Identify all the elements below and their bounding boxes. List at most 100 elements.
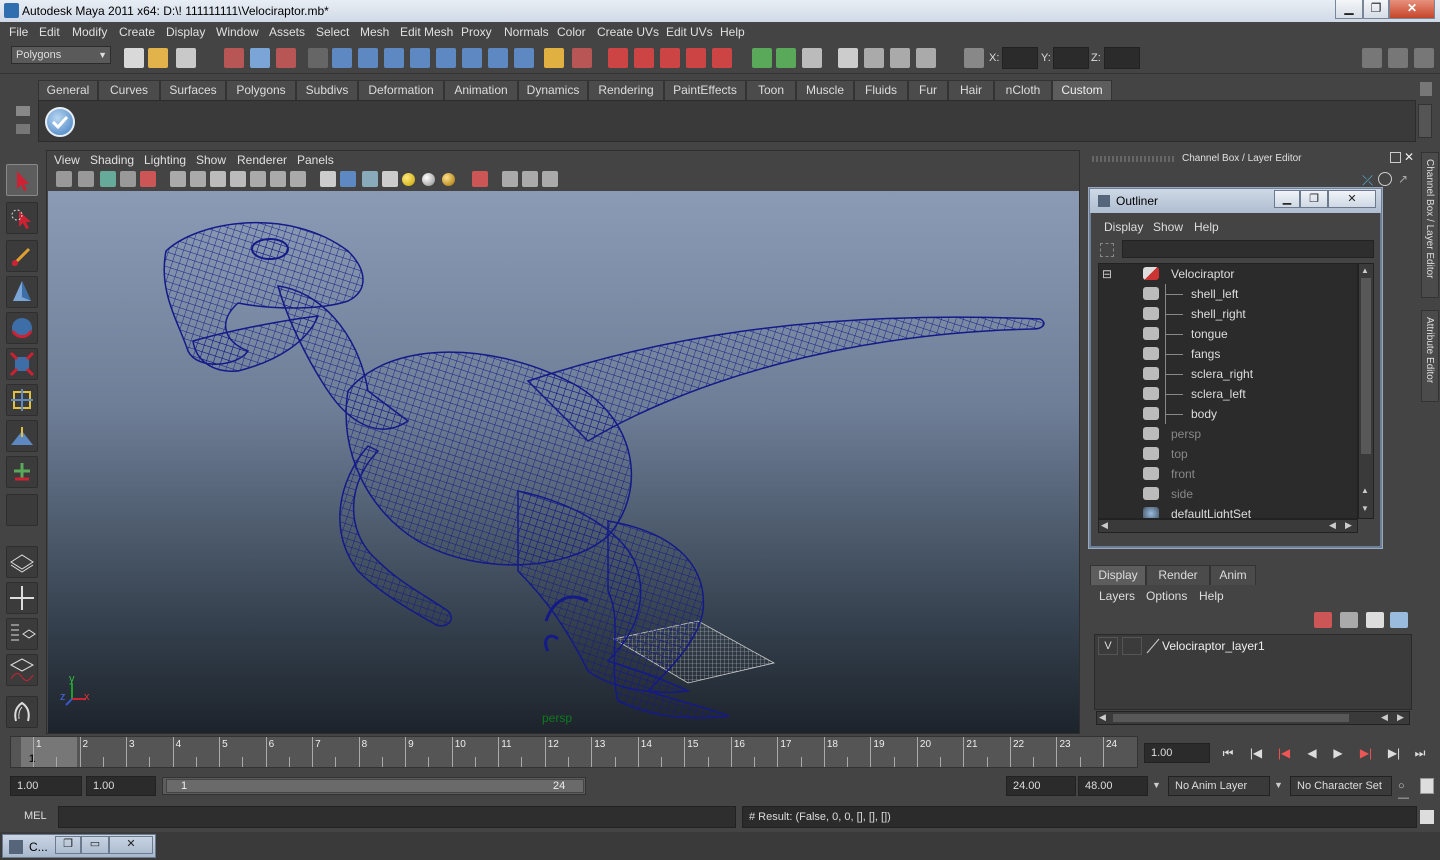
select-object-icon[interactable] [250, 48, 270, 68]
step-forward-frame-button[interactable]: ▶| [1356, 746, 1376, 764]
layer-tab-display[interactable]: Display [1090, 565, 1146, 585]
key-icon[interactable]: ○— [1398, 780, 1414, 804]
wireframe-shading-icon[interactable] [320, 171, 336, 187]
scroll-right-icon[interactable]: ◀ [1329, 520, 1336, 531]
xray-icon[interactable] [502, 171, 518, 187]
channel-box-toggle-icon-2[interactable]: ⤫ [1362, 172, 1378, 188]
graph-layout-icon[interactable] [6, 654, 38, 686]
pick-rendering-icon[interactable] [488, 48, 508, 68]
shelf-scrollbar[interactable] [1418, 104, 1432, 138]
shelf-tab-painteffects[interactable]: PaintEffects [664, 80, 746, 100]
outliner-item[interactable]: side [1099, 484, 1357, 504]
viewport-menu-panels[interactable]: Panels [297, 153, 334, 167]
close-panel-icon[interactable]: ✕ [1404, 150, 1414, 164]
show-manipulator-tool-icon[interactable] [6, 456, 38, 488]
select-tool-icon[interactable] [6, 164, 38, 196]
shelf-tab-custom[interactable]: Custom [1052, 80, 1112, 100]
outliner-search-input[interactable] [1122, 240, 1374, 258]
script-editor-icon[interactable] [1420, 810, 1434, 824]
highlight-selection-icon[interactable] [572, 48, 592, 68]
filter-icon[interactable] [308, 48, 328, 68]
scroll-down-icon-2[interactable]: ▼ [1361, 504, 1371, 514]
character-set-dropdown[interactable]: No Character Set [1290, 776, 1392, 796]
restore-button[interactable]: ❐ [1363, 0, 1389, 19]
construction-history-icon[interactable] [802, 48, 822, 68]
safe-action-icon[interactable] [270, 171, 286, 187]
scroll-right-icon-2[interactable]: ▶ [1345, 520, 1352, 531]
script-language-toggle[interactable]: MEL [24, 810, 47, 822]
float-panel-icon[interactable] [1390, 152, 1401, 163]
snap-view-plane-icon[interactable] [686, 48, 706, 68]
move-tool-icon[interactable] [6, 276, 38, 308]
transform-mode-icon[interactable] [964, 48, 984, 68]
layer-menu-options[interactable]: Options [1146, 589, 1187, 603]
shelf-options-icon[interactable] [16, 124, 30, 134]
shelf-tab-muscle[interactable]: Muscle [796, 80, 854, 100]
go-to-start-button[interactable]: ⏮ [1218, 746, 1238, 764]
paint-select-tool-icon[interactable] [6, 240, 38, 272]
outliner-item[interactable]: sclera_right [1099, 364, 1357, 384]
manipulator-tool-icon[interactable] [6, 384, 38, 416]
outliner-item[interactable]: body [1099, 404, 1357, 424]
menu-display[interactable]: Display [166, 25, 205, 39]
x-field[interactable] [1002, 47, 1038, 69]
start-time-field[interactable]: 1.00 [10, 776, 82, 796]
field-chart-icon[interactable] [250, 171, 266, 187]
outliner-horizontal-scrollbar[interactable]: ◀ ◀ ▶ [1098, 519, 1358, 533]
step-forward-key-button[interactable]: ▶| [1384, 746, 1404, 764]
menu-set-dropdown[interactable]: Polygons ▼ [11, 46, 111, 64]
pick-surfaces-icon[interactable] [410, 48, 430, 68]
layer-menu-layers[interactable]: Layers [1099, 589, 1135, 603]
outliner-vertical-scrollbar[interactable]: ▲ ▲ ▼ [1358, 263, 1374, 519]
menu-proxy[interactable]: Proxy [461, 25, 492, 39]
outliner-titlebar[interactable]: Outliner ▁ ❐ ✕ [1090, 189, 1381, 213]
output-ops-icon[interactable] [776, 48, 796, 68]
taskbar-maximize-button[interactable]: ▭ [81, 836, 109, 854]
outliner-item[interactable]: sclera_left [1099, 384, 1357, 404]
camera-attributes-icon[interactable] [78, 171, 94, 187]
select-component-icon[interactable] [276, 48, 296, 68]
ipr-render-icon[interactable] [890, 48, 910, 68]
pick-joints-icon[interactable] [358, 48, 378, 68]
layer-menu-help[interactable]: Help [1199, 589, 1224, 603]
menu-help[interactable]: Help [720, 25, 745, 39]
outliner-menu-help[interactable]: Help [1194, 220, 1219, 234]
channel-box-toggle-icon[interactable] [1362, 48, 1382, 68]
layer-tab-anim[interactable]: Anim [1210, 565, 1256, 585]
soft-mod-tool-icon[interactable] [6, 420, 38, 452]
shelf-tab-hair[interactable]: Hair [948, 80, 994, 100]
layer-row[interactable]: V Velociraptor_layer1 [1096, 636, 1410, 656]
select-hierarchy-icon[interactable] [224, 48, 244, 68]
outliner-item[interactable]: shell_right [1099, 304, 1357, 324]
taskbar-restore-button[interactable]: ❐ [55, 836, 81, 854]
taskbar-item[interactable]: C... ❐ ▭ ✕ [2, 834, 156, 858]
layer-scroll-thumb[interactable] [1113, 714, 1349, 722]
outliner-item[interactable]: top [1099, 444, 1357, 464]
shelf-tab-curves[interactable]: Curves [98, 80, 160, 100]
layer-tab-render[interactable]: Render [1146, 565, 1210, 585]
shelf-tab-surfaces[interactable]: Surfaces [160, 80, 226, 100]
lasso-tool-icon[interactable] [6, 202, 38, 234]
outliner-item[interactable]: shell_left [1099, 284, 1357, 304]
viewport-menu-renderer[interactable]: Renderer [237, 153, 287, 167]
render-frame-icon[interactable] [864, 48, 884, 68]
outliner-maximize-button[interactable]: ❐ [1300, 190, 1328, 208]
move-layer-down-icon[interactable] [1340, 612, 1358, 628]
step-back-frame-button[interactable]: |◀ [1274, 746, 1294, 764]
outliner-item[interactable]: fangs [1099, 344, 1357, 364]
make-live-icon[interactable] [712, 48, 732, 68]
last-tool-icon[interactable] [6, 494, 38, 526]
grid-icon[interactable] [170, 171, 186, 187]
play-backwards-button[interactable]: ◀ [1302, 746, 1322, 764]
playback-start-field[interactable]: 1.00 [86, 776, 156, 796]
render-view-icon[interactable] [838, 48, 858, 68]
attribute-editor-icon[interactable] [1414, 48, 1434, 68]
resolution-gate-icon[interactable] [210, 171, 226, 187]
smooth-shading-icon[interactable] [340, 171, 356, 187]
question-icon[interactable] [514, 48, 534, 68]
menu-edit-mesh[interactable]: Edit Mesh [400, 25, 453, 39]
viewport-canvas[interactable]: y x z persp [48, 191, 1079, 733]
single-pane-layout-icon[interactable] [6, 546, 38, 578]
layer-scroll-left-icon[interactable]: ◀ [1099, 712, 1106, 723]
outliner-menu-display[interactable]: Display [1104, 220, 1143, 234]
